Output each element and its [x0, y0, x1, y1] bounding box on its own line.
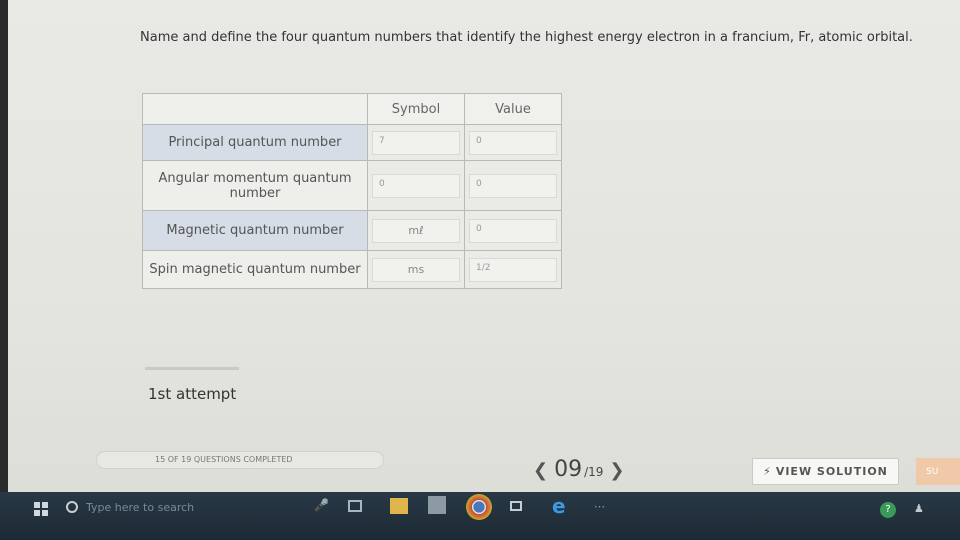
current-question-number: 09: [554, 457, 583, 482]
row-label-angular: Angular momentum quantum number: [142, 160, 368, 211]
chrome-icon[interactable]: [466, 494, 492, 520]
cortana-icon: [66, 501, 78, 513]
row-label-principal: Principal quantum number: [142, 124, 368, 161]
value-input[interactable]: 0: [469, 173, 557, 198]
next-question-icon[interactable]: ❯: [609, 460, 624, 481]
value-input[interactable]: 0: [469, 218, 557, 243]
network-icon[interactable]: ⋯: [594, 500, 605, 513]
symbol-cell: 0: [367, 160, 465, 211]
help-icon[interactable]: ?: [880, 502, 896, 518]
quantum-numbers-table: Symbol Value Principal quantum number 7 …: [142, 93, 562, 289]
progress-text: 15 OF 19 QUESTIONS COMPLETED: [155, 455, 293, 464]
symbol-input[interactable]: 7: [372, 130, 460, 155]
view-solution-label: VIEW SOLUTION: [775, 465, 888, 478]
search-placeholder: Type here to search: [86, 500, 195, 514]
screen-bezel-left: [0, 0, 8, 492]
attempt-label: 1st attempt: [148, 385, 237, 403]
edge-icon[interactable]: e: [552, 494, 566, 518]
microphone-icon[interactable]: 🎤: [314, 498, 329, 512]
symbol-cell: mℓ: [367, 210, 465, 251]
symbol-input[interactable]: 0: [372, 173, 460, 198]
table-row: Spin magnetic quantum number ms 1/2: [142, 250, 562, 289]
table-row: Magnetic quantum number mℓ 0: [142, 210, 562, 251]
question-text: Name and define the four quantum numbers…: [140, 30, 913, 45]
symbol-cell: ms: [367, 250, 465, 289]
task-view-icon[interactable]: [348, 500, 362, 512]
table-header-row: Symbol Value: [142, 93, 562, 125]
value-cell: 0: [464, 160, 562, 211]
row-label-magnetic: Magnetic quantum number: [142, 210, 368, 251]
header-value: Value: [464, 93, 562, 125]
value-input[interactable]: 0: [469, 130, 557, 155]
value-cell: 0: [464, 124, 562, 161]
store-icon[interactable]: [428, 496, 446, 514]
symbol-cell: 7: [367, 124, 465, 161]
total-questions: /19: [584, 465, 604, 479]
attempt-divider: [145, 367, 239, 370]
progress-bar: 15 OF 19 QUESTIONS COMPLETED: [96, 451, 384, 469]
value-cell: 0: [464, 210, 562, 251]
symbol-input[interactable]: ms: [372, 257, 460, 282]
question-pager: ❮ 09 /19 ❯: [533, 457, 625, 482]
header-symbol: Symbol: [367, 93, 465, 125]
header-blank-cell: [142, 93, 368, 125]
tablet-icon[interactable]: [510, 501, 522, 511]
submit-button[interactable]: SU: [916, 458, 960, 485]
row-label-spin: Spin magnetic quantum number: [142, 250, 368, 289]
file-explorer-icon[interactable]: [390, 498, 408, 514]
table-row: Principal quantum number 7 0: [142, 124, 562, 161]
taskbar-search[interactable]: Type here to search: [58, 492, 348, 522]
lightning-icon: ⚡: [763, 465, 772, 478]
previous-question-icon[interactable]: ❮: [533, 460, 548, 481]
submit-label: SU: [926, 466, 939, 477]
people-icon[interactable]: ♟: [914, 502, 924, 515]
view-solution-button[interactable]: ⚡ VIEW SOLUTION: [752, 458, 899, 485]
table-row: Angular momentum quantum number 0 0: [142, 160, 562, 211]
symbol-input[interactable]: mℓ: [372, 218, 460, 243]
value-input[interactable]: 1/2: [469, 257, 557, 282]
windows-start-icon[interactable]: [34, 502, 48, 516]
value-cell: 1/2: [464, 250, 562, 289]
